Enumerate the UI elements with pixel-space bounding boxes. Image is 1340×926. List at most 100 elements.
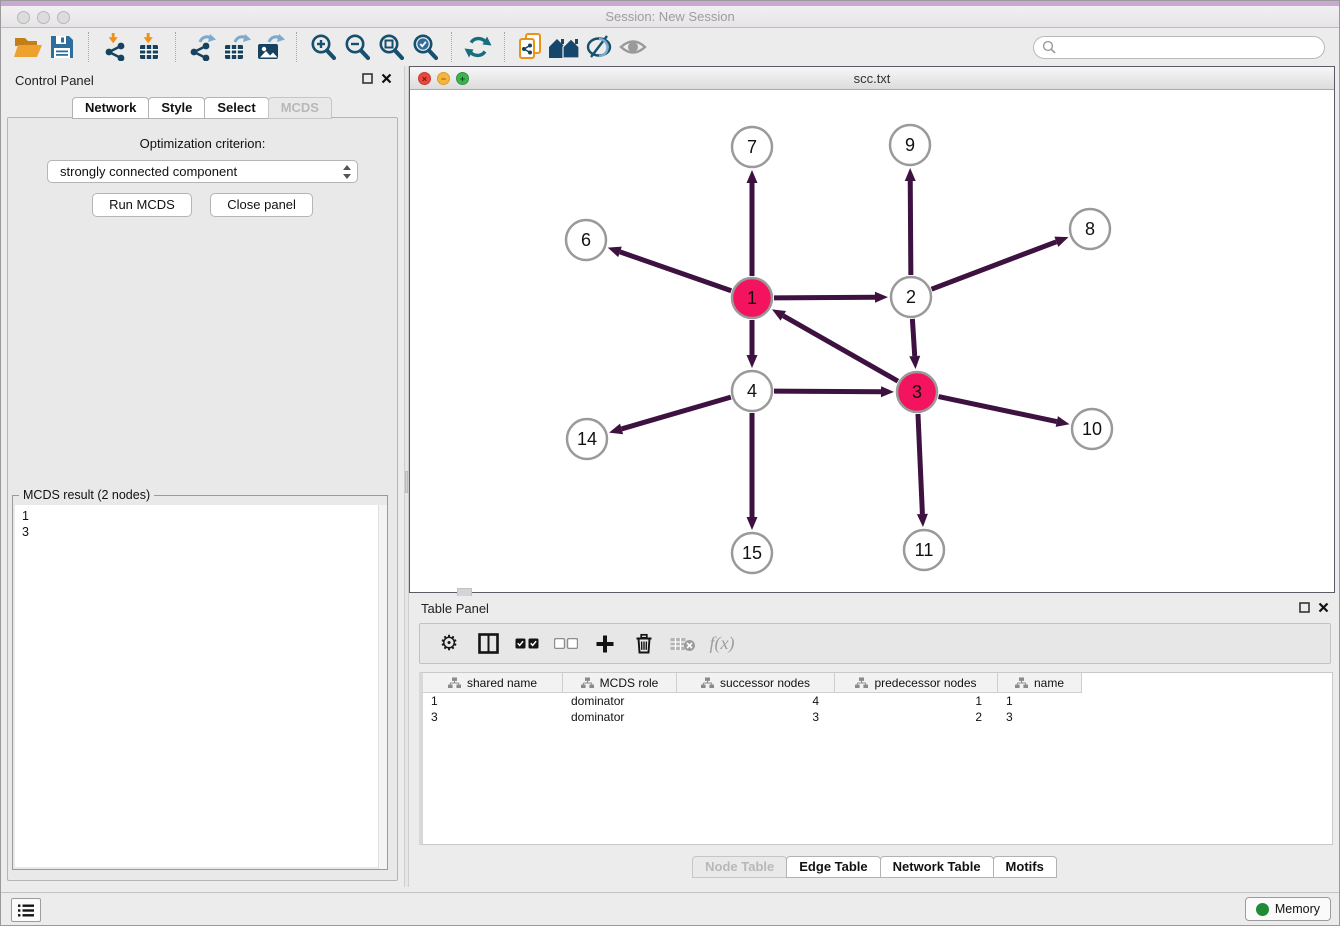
edge-3-11[interactable] xyxy=(918,414,922,514)
graph-node-label-1: 1 xyxy=(747,288,757,308)
cell-shared-name: 3 xyxy=(423,709,563,725)
edge-arrowhead xyxy=(1054,237,1068,247)
search-box[interactable] xyxy=(1033,36,1325,59)
memory-button[interactable]: Memory xyxy=(1245,897,1331,921)
cell-predecessor-nodes: 1 xyxy=(835,693,998,709)
network-canvas[interactable]: 7968124314101511 xyxy=(410,90,1334,592)
task-history-button[interactable] xyxy=(11,898,41,922)
divider-grip[interactable] xyxy=(405,471,408,493)
refresh-layout-icon[interactable] xyxy=(461,32,495,62)
table-row[interactable]: 1dominator411 xyxy=(423,693,1332,709)
table-row[interactable]: 3dominator323 xyxy=(423,709,1332,725)
mcds-result-scrollbar[interactable] xyxy=(378,505,387,869)
import-table-icon[interactable] xyxy=(132,32,166,62)
column-header-shared-name[interactable]: shared name xyxy=(423,673,563,693)
table-panel-tabs: Node TableEdge TableNetwork TableMotifs xyxy=(409,856,1340,878)
zoom-fit-icon[interactable] xyxy=(374,32,408,62)
float-table-panel-icon[interactable] xyxy=(1299,602,1310,613)
column-label: MCDS role xyxy=(600,676,659,690)
search-icon xyxy=(1042,40,1056,54)
mcds-result-list[interactable]: 13 xyxy=(15,505,385,867)
zoom-in-icon[interactable] xyxy=(306,32,340,62)
function-builder-icon: f(x) xyxy=(709,630,735,658)
toolbar-separator xyxy=(88,32,89,62)
edge-2-8[interactable] xyxy=(932,242,1057,289)
close-panel-icon[interactable] xyxy=(381,73,392,84)
edge-arrowhead xyxy=(747,355,758,368)
cell-name: 1 xyxy=(998,693,1082,709)
float-panel-icon[interactable] xyxy=(362,73,373,84)
edge-3-1[interactable] xyxy=(783,316,898,381)
edge-arrowhead xyxy=(917,514,928,527)
column-header-mcds-role[interactable]: MCDS role xyxy=(563,673,677,693)
mcds-panel: Optimization criterion: strongly connect… xyxy=(7,117,398,881)
deselect-all-icon[interactable] xyxy=(553,630,579,658)
open-session-icon[interactable] xyxy=(11,32,45,62)
tab-motifs[interactable]: Motifs xyxy=(993,856,1057,878)
save-session-icon[interactable] xyxy=(45,32,79,62)
cell-predecessor-nodes: 2 xyxy=(835,709,998,725)
select-all-icon[interactable] xyxy=(514,630,540,658)
table-settings-gear-icon[interactable]: ⚙ xyxy=(436,630,462,658)
edge-2-3[interactable] xyxy=(912,319,914,356)
close-panel-button[interactable]: Close panel xyxy=(210,193,313,217)
attribute-icon xyxy=(855,677,868,689)
tab-edge-table[interactable]: Edge Table xyxy=(786,856,880,878)
edge-arrowhead xyxy=(909,356,920,369)
optimization-criterion-select[interactable]: strongly connected component xyxy=(47,160,358,183)
edge-1-6[interactable] xyxy=(620,252,731,291)
column-header-name[interactable]: name xyxy=(998,673,1082,693)
application-window: Session: New Session xyxy=(0,0,1340,926)
graph-node-label-15: 15 xyxy=(742,543,762,563)
graph-node-label-4: 4 xyxy=(747,381,757,401)
search-input[interactable] xyxy=(1061,40,1316,54)
delete-column-trash-icon[interactable] xyxy=(631,630,657,658)
cell-successor-nodes: 4 xyxy=(677,693,835,709)
main-toolbar xyxy=(1,29,1339,65)
show-columns-icon[interactable] xyxy=(475,630,501,658)
edge-4-3[interactable] xyxy=(774,391,881,392)
close-table-panel-icon[interactable] xyxy=(1318,602,1329,613)
export-image-icon[interactable] xyxy=(253,32,287,62)
run-mcds-button[interactable]: Run MCDS xyxy=(92,193,192,217)
mcds-result-line: 3 xyxy=(22,524,385,540)
dropdown-value: strongly connected component xyxy=(60,164,341,179)
network-window-title: scc.txt xyxy=(410,71,1334,86)
edge-2-9[interactable] xyxy=(910,181,911,275)
network-window-titlebar[interactable]: × − + scc.txt xyxy=(410,67,1334,90)
control-panel: Control Panel NetworkStyleSelectMCDS Opt… xyxy=(1,66,404,887)
copy-network-icon[interactable] xyxy=(514,32,548,62)
cell-successor-nodes: 3 xyxy=(677,709,835,725)
add-column-icon[interactable] xyxy=(592,630,618,658)
hide-panels-icon[interactable] xyxy=(582,32,616,62)
tab-node-table[interactable]: Node Table xyxy=(692,856,787,878)
export-network-icon[interactable] xyxy=(185,32,219,62)
list-icon xyxy=(17,903,35,918)
tab-select[interactable]: Select xyxy=(204,97,268,119)
optimization-criterion-label: Optimization criterion: xyxy=(8,136,397,151)
column-label: name xyxy=(1034,676,1064,690)
tab-network-table[interactable]: Network Table xyxy=(880,856,994,878)
tab-style[interactable]: Style xyxy=(148,97,205,119)
toolbar-separator xyxy=(451,32,452,62)
import-network-icon[interactable] xyxy=(98,32,132,62)
attribute-icon xyxy=(581,677,594,689)
column-header-successor-nodes[interactable]: successor nodes xyxy=(677,673,835,693)
zoom-selected-icon[interactable] xyxy=(408,32,442,62)
home-icon[interactable] xyxy=(548,32,582,62)
edge-1-2[interactable] xyxy=(774,297,875,298)
column-header-predecessor-nodes[interactable]: predecessor nodes xyxy=(835,673,998,693)
column-label: predecessor nodes xyxy=(874,676,976,690)
column-label: shared name xyxy=(467,676,537,690)
tab-mcds[interactable]: MCDS xyxy=(268,97,332,119)
edge-arrowhead xyxy=(747,170,758,183)
edge-arrowhead xyxy=(881,386,894,397)
edge-arrowhead xyxy=(875,292,888,303)
edge-4-14[interactable] xyxy=(622,397,731,429)
zoom-out-icon[interactable] xyxy=(340,32,374,62)
show-panel-icon[interactable] xyxy=(616,32,650,62)
edge-3-10[interactable] xyxy=(939,397,1057,422)
graph-node-label-11: 11 xyxy=(915,540,934,560)
tab-network[interactable]: Network xyxy=(72,97,149,119)
export-table-icon[interactable] xyxy=(219,32,253,62)
